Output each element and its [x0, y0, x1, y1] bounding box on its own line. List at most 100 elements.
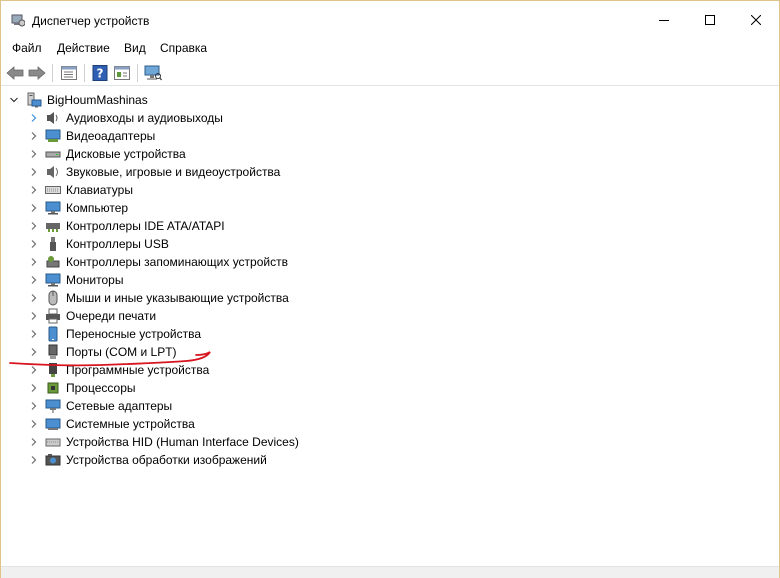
tree-category-label: Устройства HID (Human Interface Devices)	[66, 435, 299, 449]
tree-category-row[interactable]: Клавиатуры	[1, 181, 401, 199]
scan-hardware-button[interactable]	[143, 63, 163, 83]
device-manager-window: Диспетчер устройств Файл Действие Вид Сп…	[0, 0, 780, 578]
tree-category-row[interactable]: Мониторы	[1, 271, 401, 289]
tree-category-label: Компьютер	[66, 201, 129, 215]
usb-icon	[45, 236, 61, 252]
properties-icon	[61, 66, 77, 80]
menu-view[interactable]: Вид	[122, 40, 148, 56]
back-button[interactable]	[5, 63, 25, 83]
chevron-right-icon[interactable]	[29, 343, 39, 361]
monitor-icon	[45, 272, 61, 288]
tree-category-row[interactable]: Устройства обработки изображений	[1, 451, 401, 469]
network-adapter-icon	[45, 398, 61, 414]
chevron-right-icon[interactable]	[29, 325, 39, 343]
tree-root-label: BigHoumMashinas	[47, 93, 148, 107]
chevron-right-icon[interactable]	[29, 217, 39, 235]
close-button[interactable]	[733, 1, 779, 38]
toolbar-separator	[137, 64, 138, 82]
menu-action[interactable]: Действие	[55, 40, 112, 56]
menu-file[interactable]: Файл	[10, 40, 44, 56]
speaker-icon	[45, 110, 61, 126]
update-driver-icon	[114, 66, 130, 80]
tree-category-row[interactable]: Очереди печати	[1, 307, 401, 325]
toolbar-separator	[84, 64, 85, 82]
chevron-right-icon[interactable]	[29, 307, 39, 325]
keyboard-icon	[45, 182, 61, 198]
sound-icon	[45, 164, 61, 180]
tree-category-label: Мыши и иные указывающие устройства	[66, 291, 289, 305]
chevron-right-icon[interactable]	[29, 433, 39, 451]
chevron-down-icon[interactable]	[9, 91, 19, 109]
properties-button[interactable]	[59, 63, 79, 83]
tree-category-row[interactable]: Порты (COM и LPT)	[1, 343, 401, 361]
ide-controller-icon	[45, 218, 61, 234]
imaging-device-icon	[45, 452, 61, 468]
port-icon	[45, 344, 61, 360]
processor-icon	[45, 380, 61, 396]
tree-category-row[interactable]: Контроллеры запоминающих устройств	[1, 253, 401, 271]
tree-category-label: Контроллеры запоминающих устройств	[66, 255, 288, 269]
tree-category-label: Программные устройства	[66, 363, 210, 377]
minimize-icon	[659, 19, 669, 21]
chevron-right-icon[interactable]	[29, 271, 39, 289]
tree-category-label: Переносные устройства	[66, 327, 202, 341]
title-bar[interactable]: Диспетчер устройств	[1, 1, 779, 38]
disk-drive-icon	[45, 146, 61, 162]
toolbar-separator	[52, 64, 53, 82]
device-tree[interactable]: BigHoumMashinas Аудиовходы и аудиовыходы…	[1, 88, 779, 566]
help-button[interactable]: ?	[90, 63, 110, 83]
forward-arrow-icon	[28, 66, 46, 80]
system-device-icon	[45, 416, 61, 432]
tree-category-label: Клавиатуры	[66, 183, 133, 197]
tree-category-row[interactable]: Компьютер	[1, 199, 401, 217]
tree-category-label: Дисковые устройства	[66, 147, 186, 161]
close-icon	[751, 14, 761, 25]
chevron-right-icon[interactable]	[29, 181, 39, 199]
device-manager-icon	[11, 13, 26, 27]
chevron-right-icon[interactable]	[29, 451, 39, 469]
chevron-right-icon[interactable]	[29, 361, 39, 379]
tree-category-row[interactable]: Системные устройства	[1, 415, 401, 433]
help-icon: ?	[92, 65, 108, 81]
chevron-right-icon[interactable]	[29, 163, 39, 181]
tree-category-row[interactable]: Дисковые устройства	[1, 145, 401, 163]
software-device-icon	[45, 362, 61, 378]
chevron-right-icon[interactable]	[29, 289, 39, 307]
forward-button[interactable]	[27, 63, 47, 83]
menu-help[interactable]: Справка	[158, 40, 209, 56]
tree-category-row[interactable]: Звуковые, игровые и видеоустройства	[1, 163, 401, 181]
back-arrow-icon	[6, 66, 24, 80]
maximize-button[interactable]	[687, 1, 733, 38]
tree-category-row[interactable]: Мыши и иные указывающие устройства	[1, 289, 401, 307]
tree-category-row[interactable]: Контроллеры USB	[1, 235, 401, 253]
chevron-right-icon[interactable]	[29, 379, 39, 397]
tree-category-row[interactable]: Устройства HID (Human Interface Devices)	[1, 433, 401, 451]
chevron-right-icon[interactable]	[29, 145, 39, 163]
display-adapter-icon	[45, 128, 61, 144]
tree-category-row[interactable]: Аудиовходы и аудиовыходы	[1, 109, 401, 127]
chevron-right-icon[interactable]	[29, 235, 39, 253]
tree-category-row[interactable]: Видеоадаптеры	[1, 127, 401, 145]
tree-category-row[interactable]: Сетевые адаптеры	[1, 397, 401, 415]
maximize-icon	[705, 14, 715, 25]
tree-category-label: Аудиовходы и аудиовыходы	[66, 111, 223, 125]
tree-root[interactable]: BigHoumMashinas	[1, 91, 301, 109]
chevron-right-icon[interactable]	[29, 109, 39, 127]
chevron-right-icon[interactable]	[29, 199, 39, 217]
tree-category-row[interactable]: Контроллеры IDE ATA/ATAPI	[1, 217, 401, 235]
chevron-right-icon[interactable]	[29, 127, 39, 145]
update-driver-button[interactable]	[112, 63, 132, 83]
printer-icon	[45, 308, 61, 324]
chevron-right-icon[interactable]	[29, 397, 39, 415]
tree-category-label: Сетевые адаптеры	[66, 399, 173, 413]
toolbar: ?	[1, 60, 779, 86]
tree-category-row[interactable]: Процессоры	[1, 379, 401, 397]
minimize-button[interactable]	[641, 1, 687, 38]
tree-category-label: Очереди печати	[66, 309, 157, 323]
storage-controller-icon	[45, 254, 61, 270]
tree-category-row[interactable]: Переносные устройства	[1, 325, 401, 343]
chevron-right-icon[interactable]	[29, 415, 39, 433]
chevron-right-icon[interactable]	[29, 253, 39, 271]
hid-icon	[45, 434, 61, 450]
tree-category-row[interactable]: Программные устройства	[1, 361, 401, 379]
